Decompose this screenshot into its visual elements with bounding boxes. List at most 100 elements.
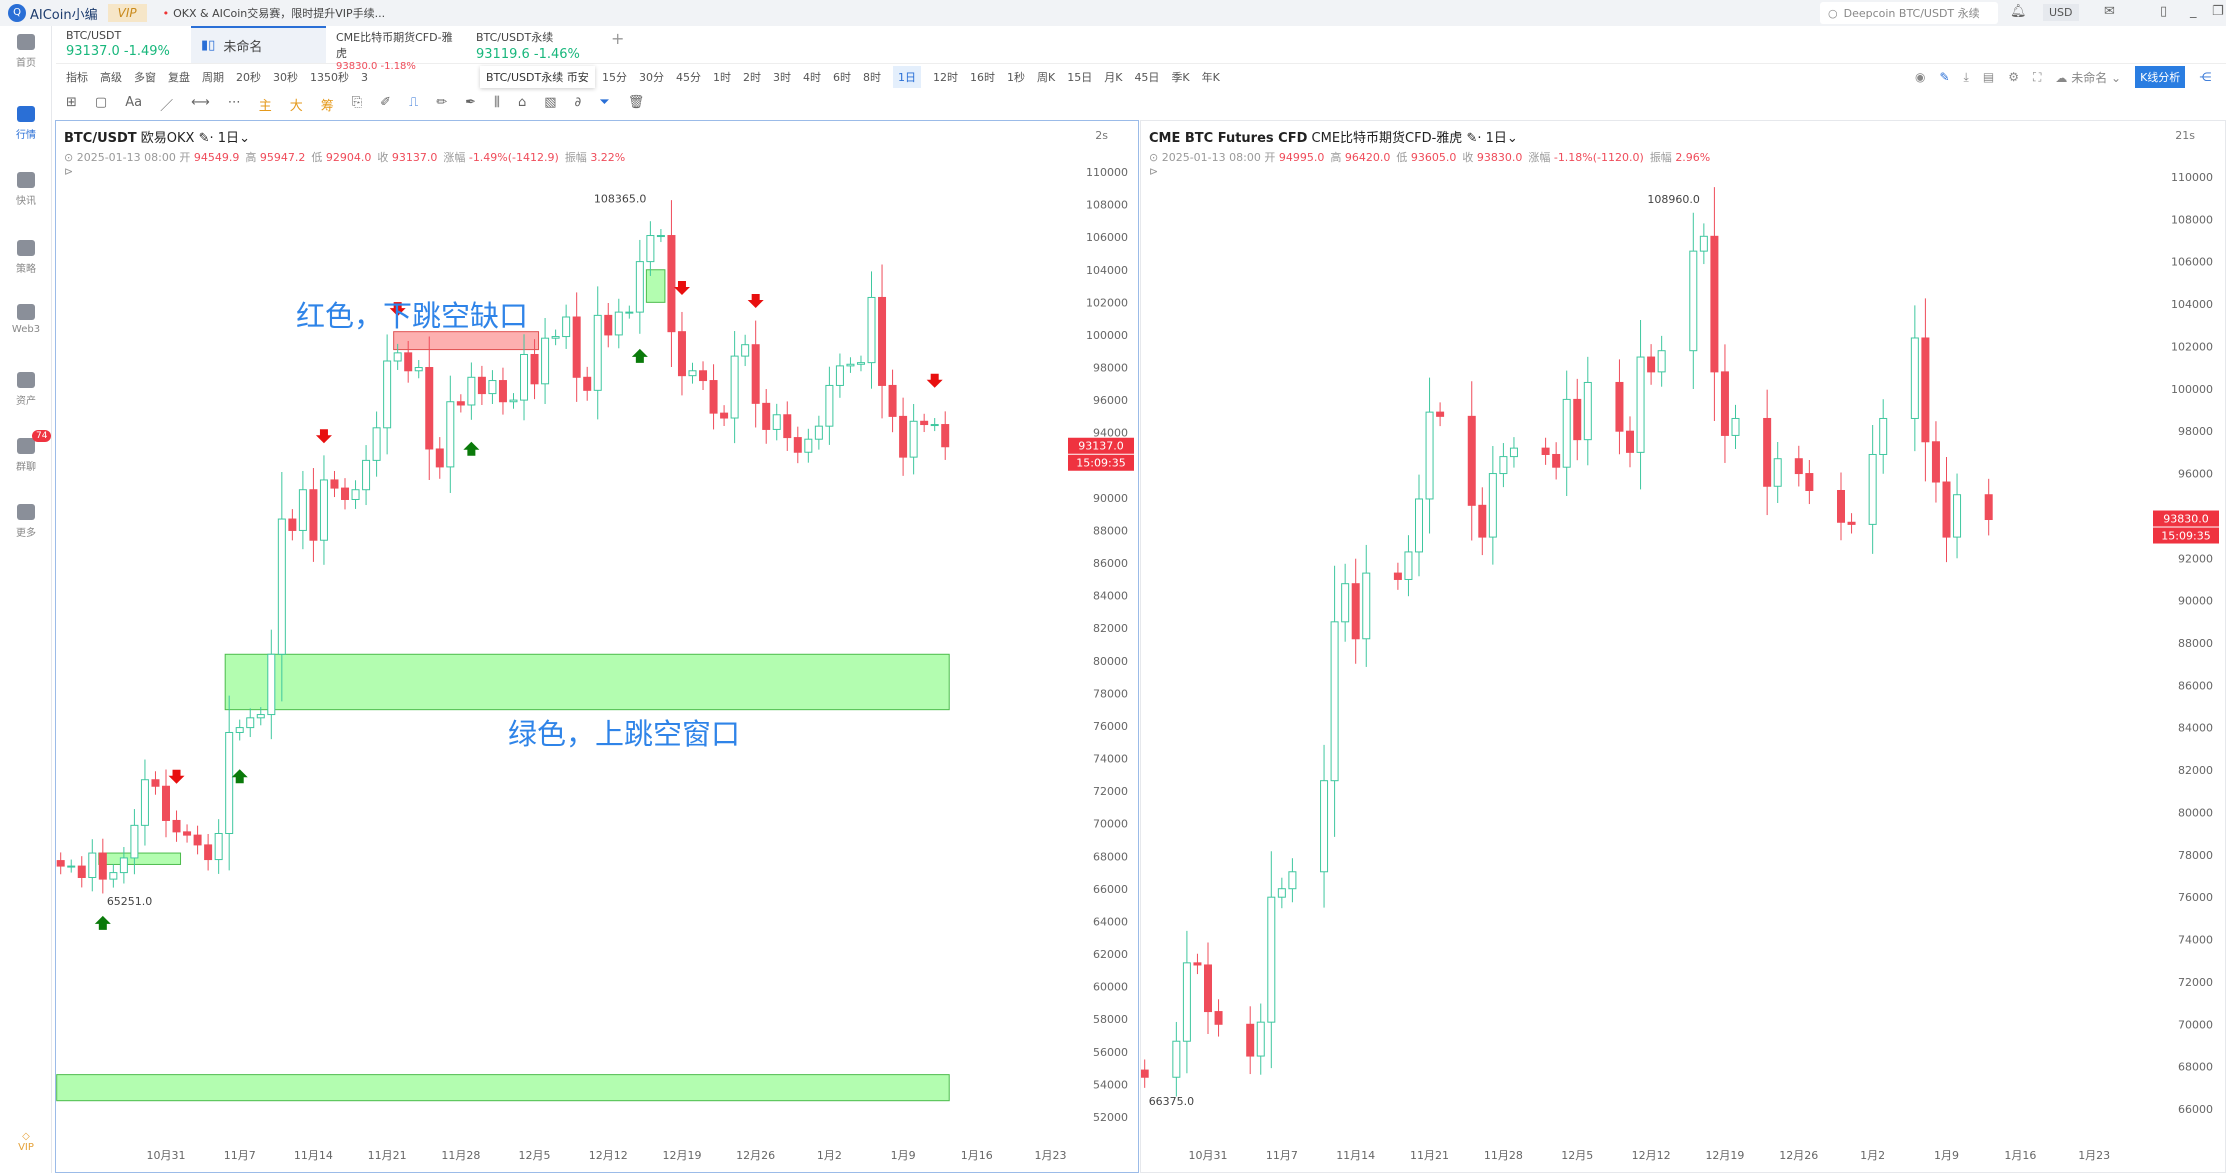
period-季K[interactable]: 季K [1171, 69, 1189, 85]
pen-icon[interactable]: ✒ [465, 95, 476, 114]
candle-body [604, 314, 613, 336]
tab-btc-usdt[interactable]: BTC/USDT 93137.0 -1.49% [56, 26, 191, 63]
period-12时[interactable]: 12时 [933, 69, 958, 85]
app-logo[interactable]: Q AICoin小编 [8, 4, 98, 23]
vip-badge[interactable]: VIP [107, 4, 147, 22]
sidebar-item-0[interactable]: 首页 [0, 34, 52, 69]
candle-body [1509, 447, 1518, 458]
sidebar-vip[interactable]: ◇ VIP [0, 1131, 52, 1153]
notice-text[interactable]: OKX & AICoin交易赛，限时提升VIP手续... [163, 5, 385, 21]
bookmark-icon[interactable]: ⎍ [409, 95, 418, 114]
currency-select[interactable]: USD [2043, 4, 2079, 21]
interval-select[interactable]: 1日 [1486, 131, 1507, 146]
large-order-button[interactable]: 大 [290, 95, 303, 114]
period-6时[interactable]: 6时 [833, 69, 851, 85]
drawing-toolbar: ⊞ ▢ Aa ／ ⟷ ⋯ 主大筹 ⎘ ✐ ⎍ ✏ ✒ ⫼ ⌂ ▧ ∂ ⏷ 🗑︎ [66, 95, 644, 114]
crosshair-icon[interactable]: ⊞ [66, 95, 77, 114]
y-tick-label: 96000 [1093, 394, 1128, 407]
candle-body [1626, 430, 1634, 453]
edit-icon[interactable]: ✎ [199, 131, 210, 146]
candle-body [1488, 473, 1497, 538]
trash-icon[interactable]: 🗑︎ [628, 95, 645, 114]
camera-icon[interactable]: ◉ [1915, 70, 1925, 84]
right-candlestick-chart[interactable]: 66000 68000 70000 72000 74000 76000 78000 80000… [1141, 121, 2225, 1172]
sidebar-item-7[interactable]: 更多 [0, 504, 52, 539]
sidebar-item-4[interactable]: Web3 [0, 304, 52, 335]
window-layout-icon[interactable]: ▯ [2160, 4, 2167, 19]
sidebar-item-1[interactable]: 行情 [0, 106, 52, 141]
tab-unnamed[interactable]: ▮▯ 未命名 [191, 26, 326, 63]
period-1日[interactable]: 1日 [893, 66, 921, 88]
search-input[interactable]: ○ Deepcoin BTC/USDT 永续 [1820, 2, 1998, 24]
interval-select[interactable]: 1日 [218, 131, 239, 146]
sidebar-item-5[interactable]: 资产 [0, 372, 52, 407]
tab-btc-perp[interactable]: BTC/USDT永续 93119.6 -1.46% [466, 26, 601, 63]
period-1时[interactable]: 1时 [713, 69, 731, 85]
hline-icon[interactable]: ⟷ [191, 95, 210, 114]
period-30分[interactable]: 30分 [639, 69, 664, 85]
toolbar-item[interactable]: 指标 [66, 69, 88, 85]
download-icon[interactable]: ⤓ [1964, 70, 1969, 85]
toolbar-item[interactable]: 周期 [202, 69, 224, 85]
magnet-icon[interactable]: ∂ [575, 95, 582, 114]
period-2时[interactable]: 2时 [743, 69, 761, 85]
period-45分[interactable]: 45分 [676, 69, 701, 85]
period-15日[interactable]: 15日 [1067, 69, 1092, 85]
toolbar-item[interactable]: 多窗 [134, 69, 156, 85]
copy-icon[interactable]: ⎘ [352, 95, 362, 114]
sidebar-item-2[interactable]: 快讯 [0, 172, 52, 207]
period-15分[interactable]: 15分 [602, 69, 627, 85]
ruler-icon[interactable]: ✏ [436, 95, 447, 114]
x-tick-label: 11月7 [1266, 1149, 1298, 1162]
period-月K[interactable]: 月K [1104, 69, 1122, 85]
candle-icon[interactable]: ⫼ [494, 95, 500, 114]
k-analysis-button[interactable]: K线分析 [2135, 66, 2186, 88]
text-icon[interactable]: Aa [125, 95, 142, 114]
save-icon[interactable]: ▤ [1983, 70, 1994, 84]
candle-body [1910, 337, 1919, 419]
restore-icon[interactable]: ❐ [2212, 4, 2224, 19]
period-4时[interactable]: 4时 [803, 69, 821, 85]
fullscreen-icon[interactable]: ⛶ [2033, 70, 2041, 85]
period-3时[interactable]: 3时 [773, 69, 791, 85]
rect-icon[interactable]: ▢ [95, 95, 107, 114]
tab-cme[interactable]: CME比特币期货CFD-雅虎 93830.0 -1.18% [326, 26, 466, 72]
filter-icon[interactable]: ⏷ [599, 95, 609, 114]
left-chart-panel[interactable]: 52000 54000 56000 58000 60000 62000 64000 66000… [55, 120, 1139, 1173]
y-tick-label: 110000 [1086, 166, 1128, 179]
period-16时[interactable]: 16时 [970, 69, 995, 85]
main-indicator-button[interactable]: 主 [259, 95, 272, 114]
period-45日[interactable]: 45日 [1134, 69, 1159, 85]
sidebar-item-3[interactable]: 策略 [0, 240, 52, 275]
right-chart-panel[interactable]: 66000 68000 70000 72000 74000 76000 78000 80000… [1140, 120, 2226, 1173]
period-8时[interactable]: 8时 [863, 69, 881, 85]
layout-name-select[interactable]: ☁ 未命名 ⌄ [2055, 69, 2121, 86]
toolbar-item[interactable]: 3 [361, 71, 368, 84]
period-1秒[interactable]: 1秒 [1007, 69, 1025, 85]
edit-icon[interactable]: ✎ [1466, 131, 1477, 146]
left-candlestick-chart[interactable]: 52000 54000 56000 58000 60000 62000 64000 66000… [56, 121, 1138, 1172]
lock-icon[interactable]: ⌂ [518, 95, 526, 114]
add-tab-button[interactable]: + [601, 26, 641, 63]
line-icon[interactable]: ／ [160, 95, 173, 114]
period-周K[interactable]: 周K [1037, 69, 1055, 85]
toolbar-item[interactable]: 复盘 [168, 69, 190, 85]
toolbar-item[interactable]: 30秒 [273, 69, 298, 85]
pencil-icon[interactable]: ✎ [1939, 70, 1949, 84]
sidebar-item-6[interactable]: 群聊 74 [0, 430, 52, 473]
toolbar-item[interactable]: 高级 [100, 69, 122, 85]
mail-icon[interactable]: ✉ [2104, 4, 2115, 19]
more-icon[interactable]: ⋯ [228, 95, 241, 114]
candle-body [1341, 583, 1350, 623]
minimize-icon[interactable]: _ [2190, 4, 2197, 19]
toolbar-item[interactable]: 1350秒 [310, 69, 349, 85]
period-年K[interactable]: 年K [1202, 69, 1220, 85]
toolbar-item[interactable]: 20秒 [236, 69, 261, 85]
chip-button[interactable]: 筹 [321, 95, 334, 114]
y-tick-label: 98000 [2178, 425, 2213, 438]
share-icon[interactable]: ⋲ [2199, 70, 2211, 84]
note-icon[interactable]: ▧ [544, 95, 556, 114]
settings-icon[interactable]: ⚙ [2008, 70, 2019, 84]
bell-icon[interactable]: 🔔︎ [2010, 4, 2027, 19]
brush-icon[interactable]: ✐ [380, 95, 391, 114]
